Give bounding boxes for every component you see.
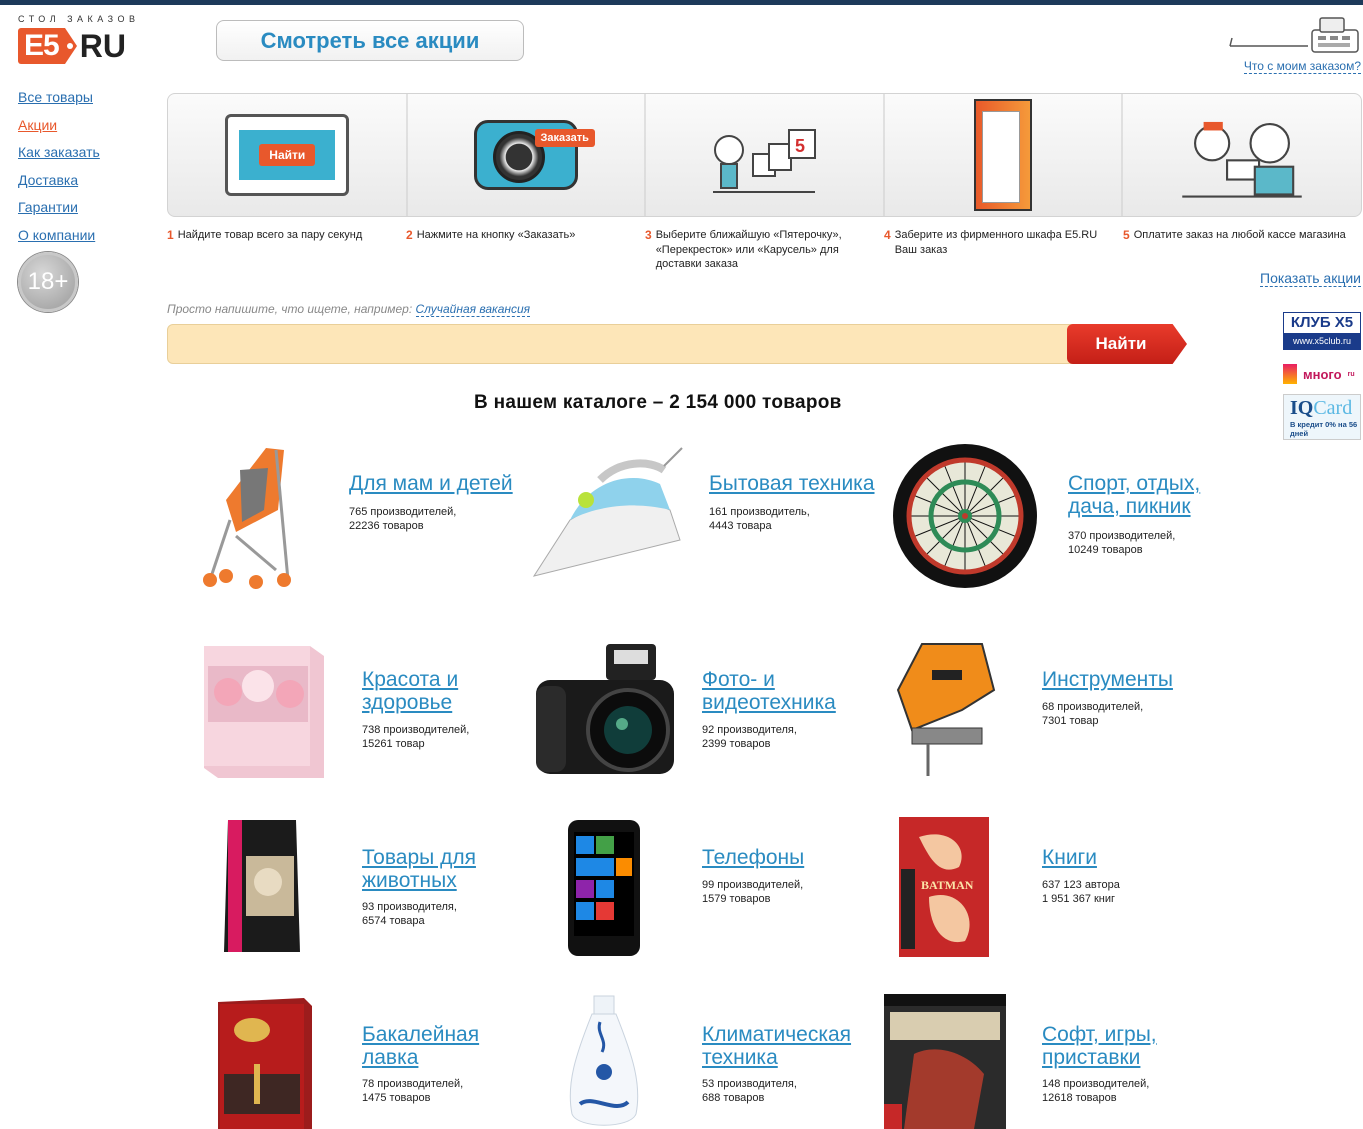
step-caption-1: 1 Найдите товар всего за пару секунд xyxy=(167,228,363,242)
sidebar-item-how-to-order[interactable]: Как заказать xyxy=(18,139,100,167)
logo-tag-shape xyxy=(64,28,77,64)
cat-food-icon[interactable] xyxy=(222,816,302,956)
step-caption-2: 2 Нажмите на кнопку «Заказать» xyxy=(406,228,576,242)
camera-icon[interactable] xyxy=(534,640,676,778)
cashier-icon xyxy=(1181,121,1302,198)
stroller-icon[interactable] xyxy=(196,440,296,590)
view-all-promos-button[interactable]: Смотреть все акции xyxy=(216,20,524,61)
illustration-order-button: Заказать xyxy=(534,129,595,147)
category-meta-software: 148 производителей, 12618 товаров xyxy=(1042,1078,1150,1104)
camera-icon: Заказать xyxy=(473,120,595,190)
category-meta-appliances: 161 производитель, 4443 товара xyxy=(709,506,810,532)
mnogo-logo[interactable]: много ru xyxy=(1283,364,1361,384)
category-meta-kids: 765 производителей, 22236 товаров xyxy=(349,506,457,532)
x5-club-logo[interactable]: КЛУБ X5 www.x5club.ru xyxy=(1283,312,1361,350)
book-icon[interactable]: BATMAN xyxy=(899,817,989,957)
iq-card-logo[interactable]: IQCard В кредит 0% на 56 дней xyxy=(1283,394,1361,440)
category-meta-books: 637 123 автора 1 951 367 книг xyxy=(1042,879,1120,905)
catalog-title: В нашем каталоге – 2 154 000 товаров xyxy=(474,392,842,413)
sidebar-item-about[interactable]: О компании xyxy=(18,222,100,250)
category-link-books[interactable]: Книги xyxy=(1042,846,1097,869)
category-link-beauty[interactable]: Красота и здоровье xyxy=(362,668,458,714)
category-link-grocery[interactable]: Бакалейная лавка xyxy=(362,1023,479,1069)
step-5-illustration xyxy=(1122,94,1361,216)
svg-text:BATMAN: BATMAN xyxy=(921,878,974,892)
sidebar-item-all-products[interactable]: Все товары xyxy=(18,84,100,112)
search-example-link[interactable]: Случайная вакансия xyxy=(415,302,531,317)
tea-box-icon[interactable] xyxy=(214,994,314,1129)
game-box-icon[interactable] xyxy=(884,994,1006,1129)
category-link-climate[interactable]: Климатическая техника xyxy=(702,1023,851,1069)
step-4-illustration xyxy=(884,94,1123,216)
logo-ru: RU xyxy=(79,28,126,64)
category-link-photo[interactable]: Фото- и видеотехника xyxy=(702,668,836,714)
sidebar-item-guarantees[interactable]: Гарантии xyxy=(18,194,100,222)
humidifier-icon[interactable] xyxy=(566,994,642,1129)
cash-register-icon xyxy=(1228,14,1362,56)
darts-board-icon[interactable] xyxy=(892,443,1038,589)
category-link-kids[interactable]: Для мам и детей xyxy=(349,472,513,495)
category-meta-pets: 93 производителя, 6574 товара xyxy=(362,901,457,927)
sidebar-item-promotions[interactable]: Акции xyxy=(18,112,100,140)
search-hint: Просто напишите, что ищете, например: Сл… xyxy=(167,302,531,317)
jigsaw-icon[interactable] xyxy=(892,640,996,780)
monitor-icon: Найти xyxy=(225,114,350,196)
sidebar-nav: Все товары Акции Как заказать Доставка Г… xyxy=(18,84,100,249)
category-meta-beauty: 738 производителей, 15261 товар xyxy=(362,724,470,750)
search-input[interactable] xyxy=(167,324,1087,364)
category-link-software[interactable]: Софт, игры, приставки xyxy=(1042,1023,1157,1069)
illustration-find-button: Найти xyxy=(259,144,316,166)
search-button[interactable]: Найти xyxy=(1067,324,1187,364)
sidebar-item-delivery[interactable]: Доставка xyxy=(18,167,100,195)
show-promos-link[interactable]: Показать акции xyxy=(1260,270,1361,287)
category-link-sport[interactable]: Спорт, отдых, дача, пикник xyxy=(1068,472,1200,518)
smartphone-icon[interactable] xyxy=(566,818,642,958)
category-meta-grocery: 78 производителей, 1475 товаров xyxy=(362,1078,464,1104)
logo-mark: E5 RU xyxy=(18,28,158,64)
category-meta-tools: 68 производителей, 7301 товар xyxy=(1042,701,1144,727)
step-1-illustration: Найти xyxy=(168,94,407,216)
category-meta-phones: 99 производителей, 1579 товаров xyxy=(702,879,804,905)
step-caption-5: 5 Оплатите заказ на любой кассе магазина xyxy=(1123,228,1346,242)
step-2-illustration: Заказать xyxy=(407,94,646,216)
category-meta-sport: 370 производителей, 10249 товаров xyxy=(1068,530,1176,556)
iron-icon[interactable] xyxy=(530,440,684,580)
category-link-appliances[interactable]: Бытовая техника xyxy=(709,472,875,495)
logo-tagline: СТОЛ ЗАКАЗОВ xyxy=(18,14,140,24)
step-caption-4: 4 Заберите из фирменного шкафа E5.RU Ваш … xyxy=(884,228,1098,256)
partner-logos: КЛУБ X5 www.x5club.ru много ru IQCard В к… xyxy=(1283,312,1361,440)
store-choice-icon: 5 xyxy=(713,129,817,193)
how-it-works-strip: Найти Заказать 5 xyxy=(167,93,1362,217)
steps-captions: 1 Найдите товар всего за пару секунд 2 Наж… xyxy=(167,228,1362,272)
logo-e5: E5 xyxy=(18,28,65,64)
top-bar xyxy=(0,0,1363,5)
category-link-tools[interactable]: Инструменты xyxy=(1042,668,1173,691)
step-caption-3: 3 Выберите ближайшую «Пятерочку», «Перекр… xyxy=(645,228,842,270)
gift-box-icon[interactable] xyxy=(198,642,326,780)
step-3-illustration: 5 xyxy=(645,94,884,216)
locker-icon xyxy=(974,99,1033,211)
category-link-phones[interactable]: Телефоны xyxy=(702,846,804,869)
age-badge: 18+ xyxy=(18,252,78,312)
svg-text:5: 5 xyxy=(795,136,805,156)
category-link-pets[interactable]: Товары для животных xyxy=(362,846,476,892)
category-meta-photo: 92 производителя, 2399 товаров xyxy=(702,724,797,750)
site-logo[interactable]: СТОЛ ЗАКАЗОВ E5 RU xyxy=(18,14,158,64)
category-meta-climate: 53 производителя, 688 товаров xyxy=(702,1078,797,1104)
order-status-link[interactable]: Что с моим заказом? xyxy=(1243,59,1361,74)
